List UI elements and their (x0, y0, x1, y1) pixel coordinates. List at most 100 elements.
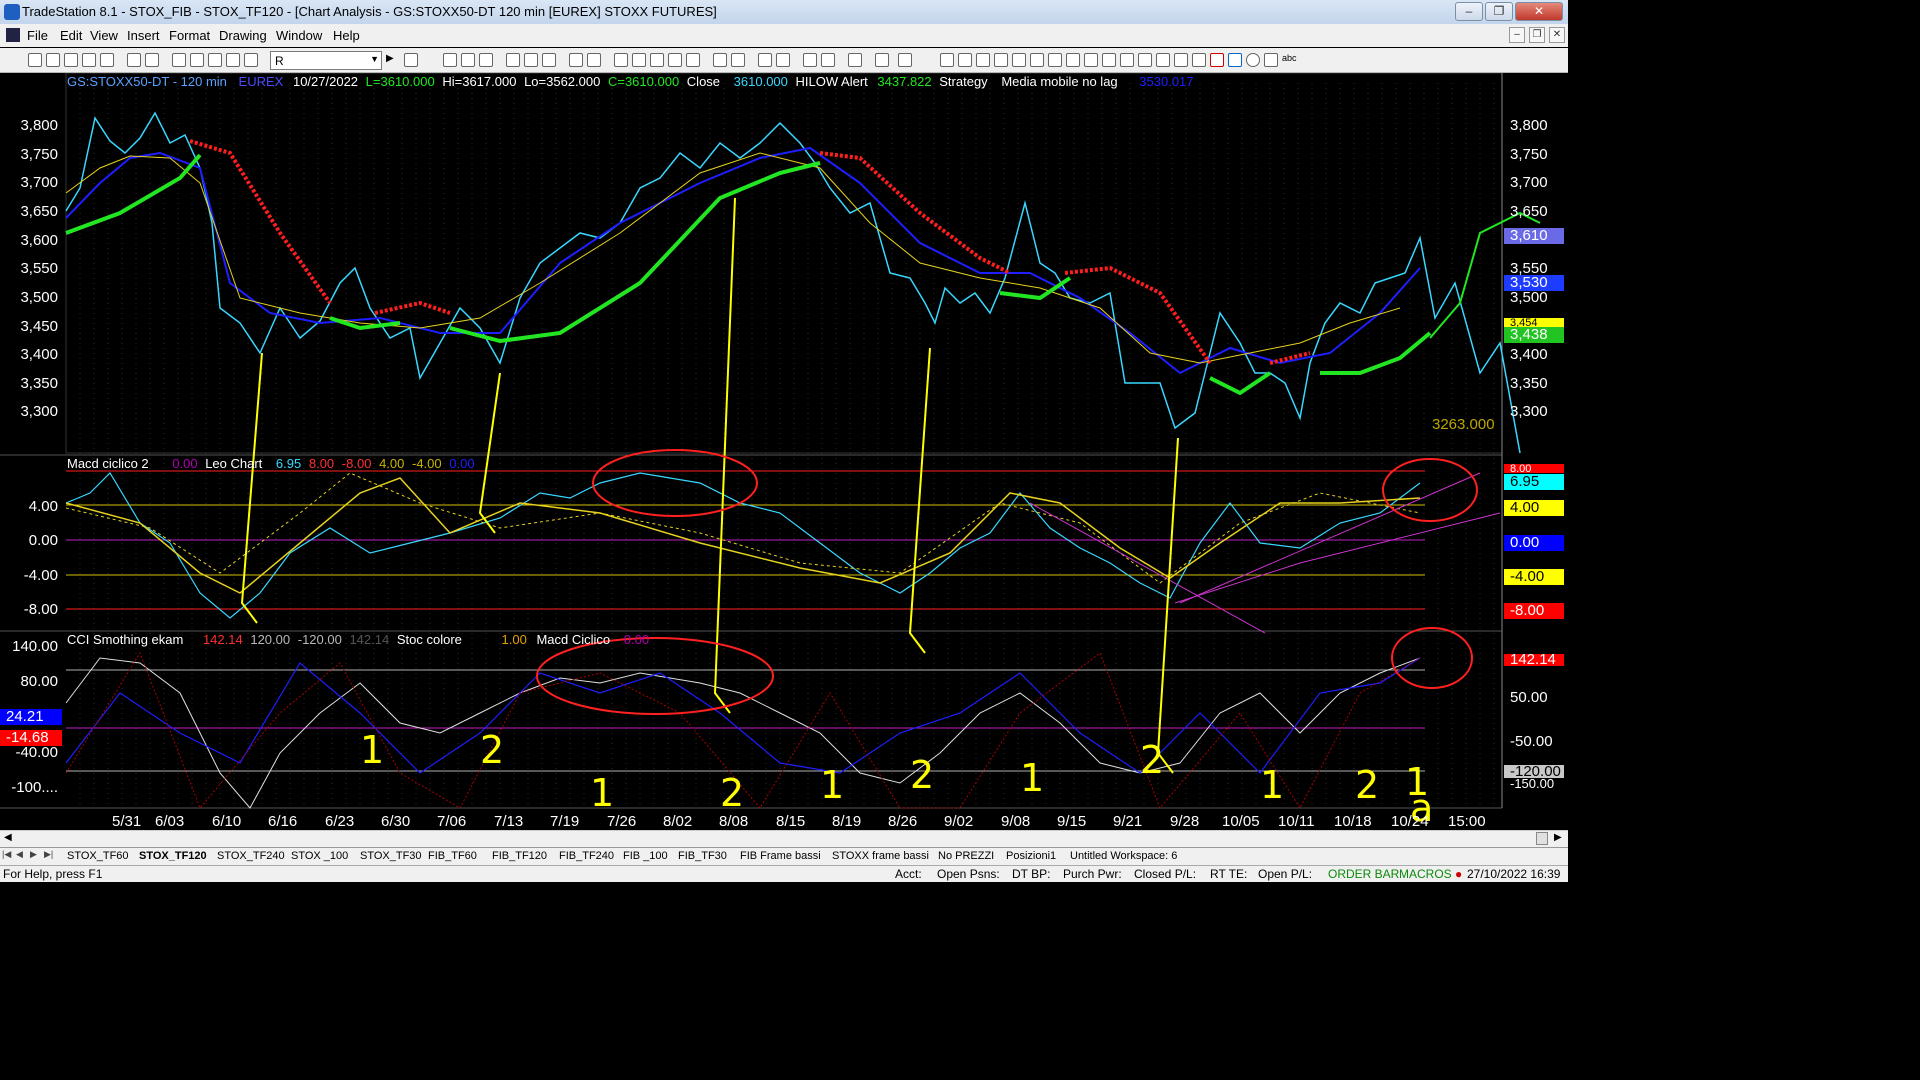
macros-button[interactable]: MACROS (1399, 867, 1452, 881)
window-cascade-icon[interactable] (569, 53, 583, 67)
insert-analysis-icon[interactable] (506, 53, 520, 67)
scroll-thumb[interactable] (1536, 832, 1548, 845)
scroll-left-arrow-icon[interactable]: ◀ (4, 832, 12, 843)
window-tile-icon[interactable] (587, 53, 601, 67)
curve-tool-icon[interactable] (1192, 53, 1206, 67)
crosshair-icon[interactable] (821, 53, 835, 67)
arc-tool-icon[interactable] (1138, 53, 1152, 67)
order-bar-button[interactable]: ORDER BAR (1328, 867, 1399, 881)
format-icon[interactable] (226, 53, 240, 67)
open-icon[interactable] (46, 53, 60, 67)
regression-channel-icon[interactable] (1066, 53, 1080, 67)
fibonacci-icon[interactable] (994, 53, 1008, 67)
tab-fib-100[interactable]: FIB _100 (623, 850, 668, 862)
zoom-in-icon[interactable] (758, 53, 772, 67)
menu-edit[interactable]: Edit (60, 28, 82, 43)
scroll-right-arrow-icon[interactable]: ▶ (1554, 832, 1562, 843)
insert-strategy-icon[interactable] (524, 53, 538, 67)
insert-paintbar-icon[interactable] (542, 53, 556, 67)
menu-window[interactable]: Window (276, 28, 322, 43)
maximize-button[interactable]: ❐ (1485, 2, 1513, 21)
tab-stox-tf30[interactable]: STOX_TF30 (360, 850, 422, 862)
go-arrow-icon[interactable]: ▶ (386, 53, 400, 67)
mdi-close-button[interactable]: ✕ (1549, 27, 1565, 43)
tab-fib-frame-bassi[interactable]: FIB Frame bassi (740, 850, 821, 862)
paste-icon[interactable] (208, 53, 222, 67)
speed-lines-icon[interactable] (1030, 53, 1044, 67)
zoom-out-icon[interactable] (776, 53, 790, 67)
arrow-line-icon[interactable] (1084, 53, 1098, 67)
radar-screen-icon[interactable] (461, 53, 475, 67)
tab-fib-tf30[interactable]: FIB_TF30 (678, 850, 727, 862)
symbol-input[interactable]: R ▼ (270, 51, 382, 70)
tab-stox-tf60[interactable]: STOX_TF60 (67, 850, 129, 862)
tab-next-icon[interactable]: ▶ (30, 849, 42, 863)
chart-analysis-window[interactable]: 12121212121a GS:STOXX50-DT - 120 min EUR… (0, 73, 1568, 830)
line-type-icon[interactable] (686, 53, 700, 67)
parallel-lines-icon[interactable] (1120, 53, 1134, 67)
menu-help[interactable]: Help (333, 28, 360, 43)
scroll-left-icon[interactable] (713, 53, 727, 67)
arrow-up-icon[interactable] (1228, 53, 1242, 67)
text-tool-icon[interactable] (875, 53, 889, 67)
tab-fib-tf120[interactable]: FIB_TF120 (492, 850, 547, 862)
lock-icon[interactable] (898, 53, 912, 67)
tab-untitled-workspace[interactable]: Untitled Workspace: 6 (1070, 850, 1177, 862)
indicator-icon[interactable] (244, 53, 258, 67)
new-icon[interactable] (28, 53, 42, 67)
mdi-minimize-button[interactable]: ‒ (1509, 27, 1525, 43)
cut-icon[interactable] (172, 53, 186, 67)
minimize-button[interactable]: ‒ (1455, 2, 1483, 21)
menu-format[interactable]: Format (169, 28, 210, 43)
tab-fib-tf60[interactable]: FIB_TF60 (428, 850, 477, 862)
bar-type-icon[interactable] (668, 53, 682, 67)
menu-insert[interactable]: Insert (127, 28, 160, 43)
mdi-restore-button[interactable]: ❐ (1529, 27, 1545, 43)
trendline-icon[interactable] (940, 53, 954, 67)
menu-drawing[interactable]: Drawing (219, 28, 267, 43)
copy-icon[interactable] (190, 53, 204, 67)
matrix-icon[interactable] (479, 53, 493, 67)
vertical-line-icon[interactable] (976, 53, 990, 67)
tab-last-icon[interactable]: ▶| (44, 849, 56, 863)
tab-fib-tf240[interactable]: FIB_TF240 (559, 850, 614, 862)
ellipse-tool-icon[interactable] (1102, 53, 1116, 67)
text-abc-icon[interactable]: abc (1282, 53, 1297, 67)
symbol-lookup-icon[interactable] (404, 53, 418, 67)
close-button[interactable]: ✕ (1515, 2, 1563, 21)
pointer-icon[interactable] (803, 53, 817, 67)
tab-stox-tf120[interactable]: STOX_TF120 (139, 850, 207, 862)
close-workspace-icon[interactable] (100, 53, 114, 67)
save-workspace-icon[interactable] (82, 53, 96, 67)
tab-first-icon[interactable]: |◀ (2, 849, 14, 863)
bar-chart-icon[interactable] (443, 53, 457, 67)
chart-canvas[interactable]: 1 21 2 1 2 1 21 2 1a (0, 73, 1568, 830)
tab-posizioni1[interactable]: Posizioni1 (1006, 850, 1056, 862)
print-icon[interactable] (145, 53, 159, 67)
chart-document-icon[interactable] (6, 28, 20, 42)
pen-tool-icon[interactable] (1174, 53, 1188, 67)
chevron-down-icon[interactable]: ▼ (370, 54, 379, 64)
horizontal-line-icon[interactable] (958, 53, 972, 67)
horizontal-scrollbar[interactable]: ◀ ▶ (0, 830, 1568, 847)
circle-tool-icon[interactable] (1246, 53, 1260, 67)
tab-prev-icon[interactable]: ◀ (16, 849, 28, 863)
arrow-down-icon[interactable] (1210, 53, 1224, 67)
menu-view[interactable]: View (90, 28, 118, 43)
gann-fan-icon[interactable] (1012, 53, 1026, 67)
andrews-pitchfork-icon[interactable] (1048, 53, 1062, 67)
save-icon[interactable] (127, 53, 141, 67)
drawing-tool-icon[interactable] (848, 53, 862, 67)
candle-icon[interactable] (650, 53, 664, 67)
scroll-right-icon[interactable] (731, 53, 745, 67)
tab-stox-100[interactable]: STOX _100 (291, 850, 348, 862)
freehand-tool-icon[interactable] (1156, 53, 1170, 67)
data-window-icon[interactable] (614, 53, 628, 67)
chart-properties-icon[interactable] (632, 53, 646, 67)
open-workspace-icon[interactable] (64, 53, 78, 67)
menu-file[interactable]: File (27, 28, 48, 43)
rectangle-tool-icon[interactable] (1264, 53, 1278, 67)
tab-no-prezzi[interactable]: No PREZZI (938, 850, 994, 862)
tab-stox-tf240[interactable]: STOX_TF240 (217, 850, 285, 862)
tab-stoxx-frame-bassi[interactable]: STOXX frame bassi (832, 850, 929, 862)
